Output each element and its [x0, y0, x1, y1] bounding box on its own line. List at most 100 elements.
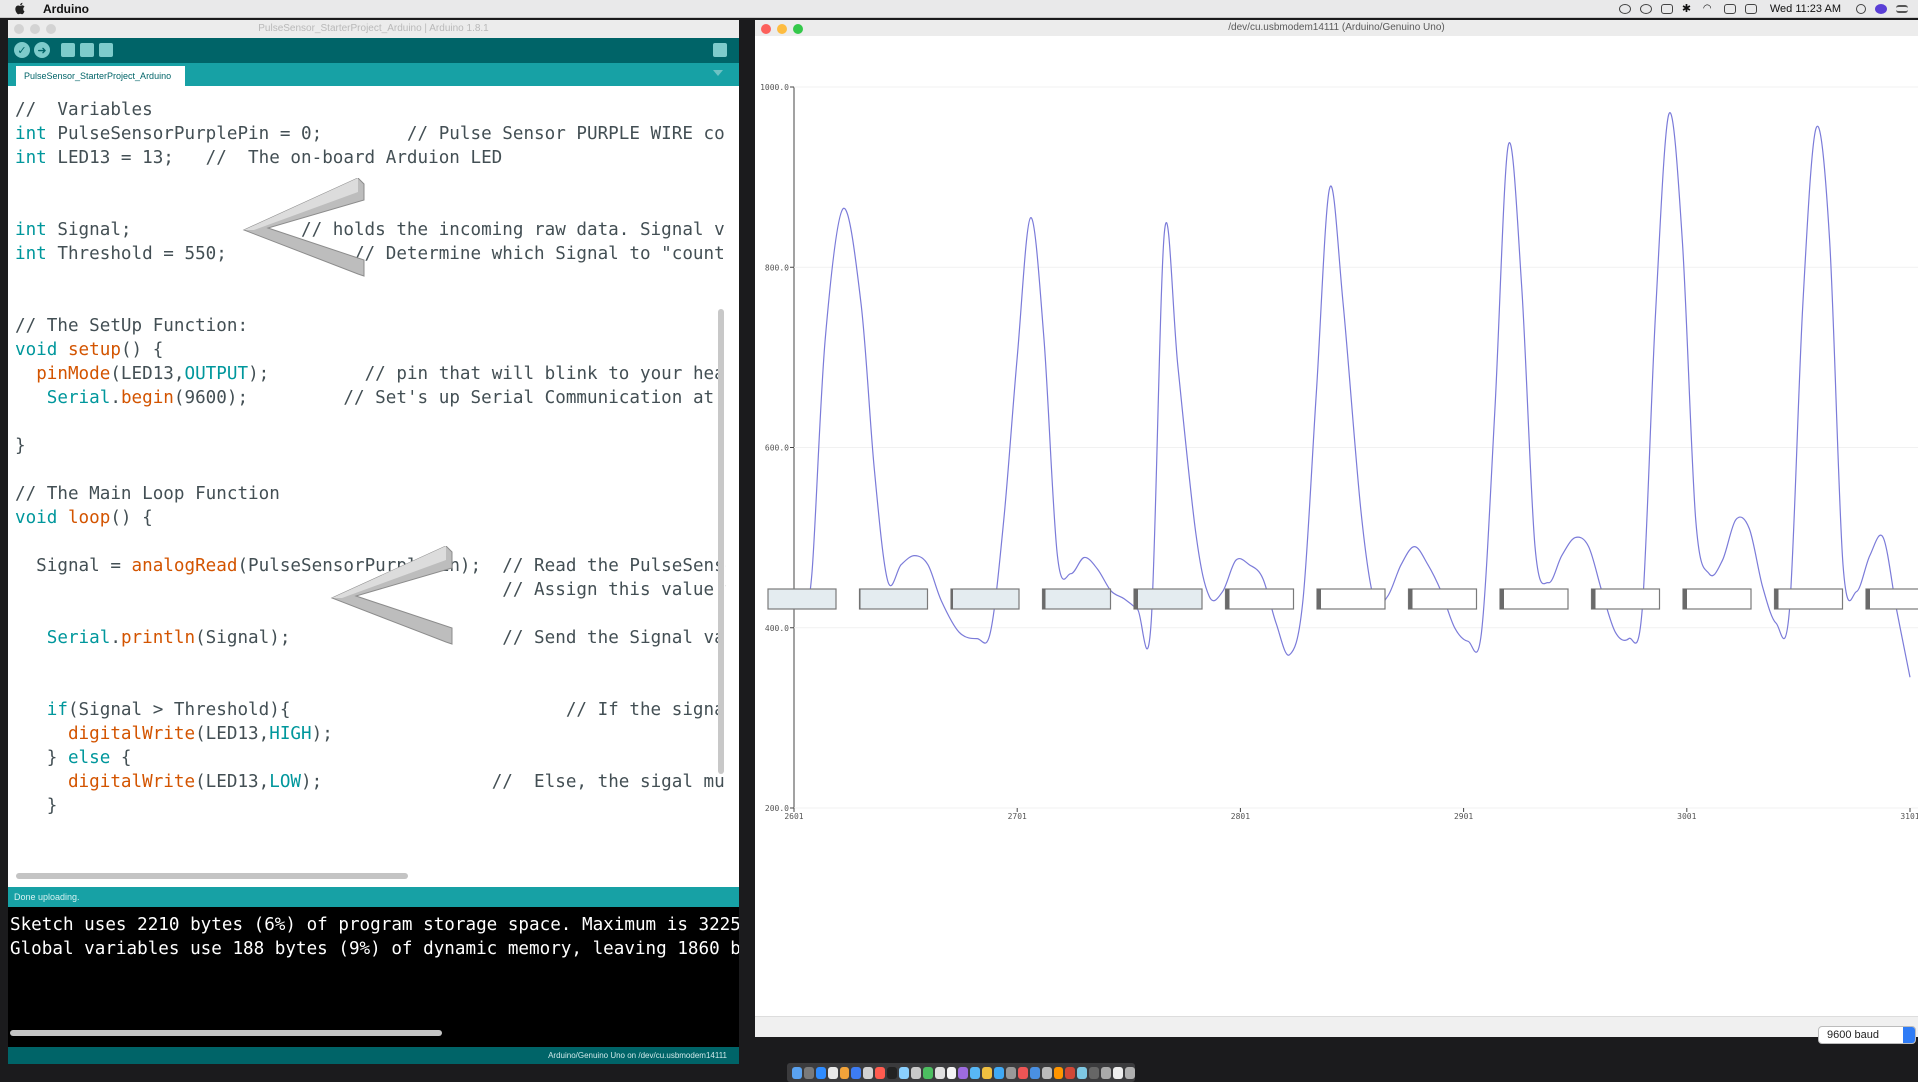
menu-clock[interactable]: Wed 11:23 AM: [1770, 3, 1841, 15]
overlay-bar: [858, 588, 929, 610]
overlay-bar-edge: [1042, 589, 1046, 609]
dock-app-icon[interactable]: [887, 1066, 898, 1079]
overlay-bar-body: [1590, 588, 1661, 610]
overlay-bar-body: [1865, 588, 1918, 610]
upload-button[interactable]: ➜: [34, 42, 50, 58]
overlay-bar: [1773, 588, 1844, 610]
save-sketch-button[interactable]: [99, 43, 113, 57]
dock-app-icon[interactable]: [994, 1066, 1005, 1079]
overlay-bar-body: [1773, 588, 1844, 610]
dock-app-icon[interactable]: [946, 1066, 957, 1079]
dock-app-icon[interactable]: [1089, 1066, 1100, 1079]
serial-plotter-window: /dev/cu.usbmodem14111 (Arduino/Genuino U…: [755, 20, 1918, 1044]
apple-icon[interactable]: [14, 2, 26, 15]
plotter-minimize-button[interactable]: [777, 24, 787, 34]
dock-app-icon[interactable]: [1017, 1066, 1028, 1079]
y-tick-label: 600.0: [765, 444, 789, 453]
x-tick-label: 2601: [784, 812, 803, 821]
dock-app-icon[interactable]: [875, 1066, 886, 1079]
dock-app-icon[interactable]: [1029, 1066, 1040, 1079]
dock-app-icon[interactable]: [1077, 1066, 1088, 1079]
creative-cloud-icon[interactable]: [1639, 4, 1652, 14]
overlay-bar: [1682, 588, 1752, 610]
dock-app-icon[interactable]: [1113, 1066, 1123, 1079]
editor-horizontal-scrollbar[interactable]: [16, 873, 408, 879]
dock-app-icon[interactable]: [827, 1066, 838, 1079]
overlay-bar: [1133, 588, 1203, 610]
zoom-button[interactable]: [46, 24, 56, 34]
dock-app-icon[interactable]: [982, 1066, 993, 1079]
dock-app-icon[interactable]: [803, 1066, 814, 1079]
editor-vertical-scrollbar[interactable]: [718, 309, 724, 774]
open-sketch-button[interactable]: [80, 43, 94, 57]
code-editor[interactable]: // Variables int PulseSensorPurplePin = …: [8, 86, 726, 880]
spotlight-icon[interactable]: [1856, 4, 1866, 14]
x-tick-label: 2801: [1231, 812, 1250, 821]
overlay-bar-edge: [951, 589, 953, 609]
display-icon[interactable]: [1660, 4, 1673, 14]
dock-app-icon[interactable]: [958, 1066, 969, 1079]
sketch-code[interactable]: // Variables int PulseSensorPurplePin = …: [15, 98, 726, 818]
overlay-bar-edge: [1317, 589, 1321, 609]
keyboard-icon[interactable]: [1744, 4, 1757, 14]
board-info: Arduino/Genuino Uno on /dev/cu.usbmodem1…: [8, 1047, 739, 1064]
dock-app-icon[interactable]: [1053, 1066, 1064, 1079]
overlay-bar-body: [1316, 588, 1386, 610]
overlay-bar-body: [1224, 588, 1295, 610]
overlay-bar: [1590, 588, 1661, 610]
record-icon[interactable]: [1618, 4, 1631, 14]
dock-app-icon[interactable]: [1101, 1066, 1112, 1079]
serial-monitor-button[interactable]: [713, 43, 727, 57]
console-scrollbar[interactable]: [10, 1030, 442, 1036]
tab-menu-icon[interactable]: [713, 70, 723, 76]
overlay-bar-edge: [859, 589, 861, 609]
plotter-zoom-button[interactable]: [793, 24, 803, 34]
console-output[interactable]: Sketch uses 2210 bytes (6%) of program s…: [8, 907, 739, 1047]
dock-app-icon[interactable]: [863, 1066, 874, 1079]
overlay-bar-body: [858, 588, 929, 610]
minimize-button[interactable]: [30, 24, 40, 34]
overlay-bar-edge: [1500, 589, 1504, 609]
plotter-title: /dev/cu.usbmodem14111 (Arduino/Genuino U…: [1228, 22, 1445, 33]
app-menu[interactable]: Arduino: [43, 2, 89, 16]
dock-app-icon[interactable]: [1041, 1066, 1052, 1079]
close-button[interactable]: [14, 24, 24, 34]
overlay-bar-body: [1499, 588, 1569, 610]
overlay-bar: [1865, 588, 1918, 610]
siri-icon[interactable]: [1875, 4, 1887, 14]
airplay-icon[interactable]: [1723, 4, 1736, 14]
dock-app-icon[interactable]: [1006, 1066, 1016, 1079]
y-tick-label: 400.0: [765, 624, 789, 633]
dock-app-icon[interactable]: [970, 1066, 981, 1079]
verify-button[interactable]: ✓: [14, 42, 30, 58]
overlay-bar-edge: [1591, 589, 1596, 609]
overlay-bar-body: [1407, 588, 1478, 610]
plotter-bottom-bar: [755, 1016, 1918, 1037]
bluetooth-icon[interactable]: ✱: [1682, 4, 1694, 15]
dock-app-icon[interactable]: [792, 1066, 802, 1079]
dock-app-icon[interactable]: [851, 1066, 862, 1079]
tab-sketch[interactable]: PulseSensor_StarterProject_Arduino: [16, 66, 185, 86]
dock-app-icon[interactable]: [1065, 1066, 1076, 1079]
dock-app-icon[interactable]: [899, 1066, 909, 1079]
serial-plot: 200.0400.0600.0800.01000.02601 2701 2801 29…: [760, 83, 1918, 821]
overlay-bar-body: [1133, 588, 1203, 610]
overlay-bar-body: [767, 588, 837, 610]
plotter-titlebar[interactable]: /dev/cu.usbmodem14111 (Arduino/Genuino U…: [755, 20, 1918, 36]
ide-titlebar[interactable]: PulseSensor_StarterProject_Arduino | Ard…: [8, 20, 739, 38]
dock-app-icon[interactable]: [815, 1066, 826, 1079]
dock-app-icon[interactable]: [922, 1066, 933, 1079]
overlay-bar-body: [1682, 588, 1752, 610]
wifi-icon[interactable]: ◠: [1703, 4, 1715, 14]
overlay-bar-body: [950, 588, 1020, 610]
baud-rate-select[interactable]: 9600 baud: [1818, 1026, 1916, 1044]
dock-app-icon[interactable]: [934, 1066, 945, 1079]
dock-app-icon[interactable]: [839, 1066, 850, 1079]
status-bar: Done uploading.: [8, 887, 739, 907]
new-sketch-button[interactable]: [61, 43, 75, 57]
plotter-close-button[interactable]: [761, 24, 771, 34]
ide-title: PulseSensor_StarterProject_Arduino | Ard…: [258, 23, 489, 34]
dock-app-icon[interactable]: [910, 1066, 921, 1079]
dock-app-icon[interactable]: [1124, 1066, 1135, 1079]
notification-center-icon[interactable]: [1896, 5, 1908, 13]
